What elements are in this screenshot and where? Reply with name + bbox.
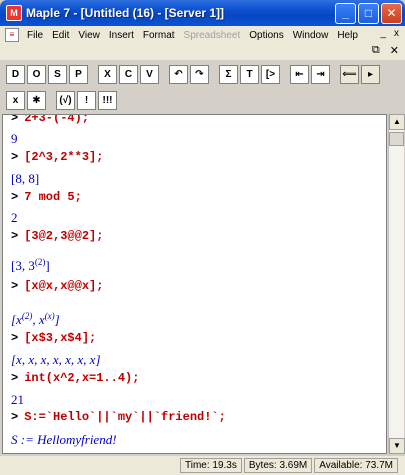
prompt-marker: > bbox=[11, 410, 19, 424]
output-part: ] bbox=[54, 312, 60, 327]
input-line[interactable]: > [x$3,x$4]; bbox=[11, 331, 96, 345]
menu-format[interactable]: Format bbox=[139, 30, 180, 41]
prompt-marker: > bbox=[11, 190, 19, 204]
document-icon[interactable]: ≡ bbox=[5, 28, 19, 42]
vertical-scrollbar[interactable]: ▲ ▼ bbox=[388, 114, 405, 454]
input-text[interactable]: [x@x,x@@x]; bbox=[24, 279, 103, 293]
redo-icon[interactable]: ↷ bbox=[190, 64, 209, 84]
output-superscript: (2) bbox=[34, 257, 46, 267]
output-line: [x, x, x, x, x, x, x] bbox=[11, 352, 101, 367]
scroll-down-icon[interactable]: ▼ bbox=[389, 438, 405, 454]
worksheet[interactable]: >2+3-(-4); 9 > [2^3,2**3]; [8, 8] >7 mod … bbox=[2, 114, 387, 454]
output-line: 2 bbox=[11, 210, 18, 225]
maple-leaf-icon[interactable]: ✱ bbox=[27, 90, 46, 110]
maximize-button[interactable]: □ bbox=[358, 3, 379, 24]
title-bar: M Maple 7 - [Untitled (16) - [Server 1]]… bbox=[0, 0, 405, 26]
output-superscript: (2) bbox=[21, 311, 33, 321]
menu-insert[interactable]: Insert bbox=[105, 30, 139, 41]
save-icon[interactable]: S bbox=[48, 64, 67, 84]
menu-window[interactable]: Window bbox=[289, 30, 334, 41]
math-symbol-icon[interactable]: x bbox=[6, 90, 25, 110]
input-line[interactable]: > S:=`Hello`||`my`||`friend!`; bbox=[11, 410, 226, 424]
input-text[interactable]: 7 mod 5; bbox=[24, 190, 82, 204]
text-input-icon[interactable]: T bbox=[240, 64, 259, 84]
input-line[interactable]: >2+3-(-4); bbox=[11, 114, 89, 125]
document-controls-bar: ⧉ ✕ bbox=[0, 44, 405, 60]
output-superscript: (x) bbox=[44, 311, 55, 321]
close-button[interactable]: ✕ bbox=[381, 3, 402, 24]
scroll-thumb[interactable] bbox=[389, 132, 404, 146]
input-text[interactable]: [x$3,x$4]; bbox=[24, 331, 96, 345]
output-base: [3, 3 bbox=[11, 258, 35, 273]
menu-options[interactable]: Options bbox=[245, 30, 288, 41]
context-toolbar: x ✱ (√) ! !!! bbox=[6, 88, 117, 112]
status-bar: Time: 19.3s Bytes: 3.69M Available: 73.7… bbox=[0, 456, 405, 475]
input-text[interactable]: int(x^2,x=1..4); bbox=[24, 371, 139, 385]
paste-icon[interactable]: V bbox=[140, 64, 159, 84]
menu-bar: ≡ File Edit View Insert Format Spreadshe… bbox=[0, 26, 405, 44]
prompt-marker: > bbox=[11, 114, 19, 125]
new-file-icon[interactable]: D bbox=[6, 64, 25, 84]
prompt-marker: > bbox=[11, 371, 19, 385]
status-time: Time: 19.3s bbox=[180, 458, 242, 473]
input-line[interactable]: > [3@2,3@@2]; bbox=[11, 229, 103, 243]
main-toolbar: D O S P X C V ↶ ↷ Σ T [> ⇤ ⇥ ⟸ ▸ bbox=[6, 62, 380, 86]
menu-help[interactable]: Help bbox=[333, 30, 363, 41]
output-line: [3, 3(2)] bbox=[11, 257, 50, 274]
output-line: [x(2), x(x)] bbox=[11, 311, 60, 328]
more-icon[interactable]: ▸ bbox=[361, 64, 380, 84]
input-line[interactable]: > [x@x,x@@x]; bbox=[11, 279, 103, 293]
window-title: Maple 7 - [Untitled (16) - [Server 1]] bbox=[26, 6, 225, 20]
indent-icon[interactable]: ⇥ bbox=[311, 64, 330, 84]
status-available: Available: 73.7M bbox=[314, 458, 398, 473]
menu-spreadsheet: Spreadsheet bbox=[183, 29, 241, 41]
cut-icon[interactable]: X bbox=[98, 64, 117, 84]
math-input-icon[interactable]: Σ bbox=[219, 64, 238, 84]
minimize-button[interactable]: _ bbox=[335, 3, 356, 24]
prompt-marker: > bbox=[11, 331, 19, 345]
menu-file[interactable]: File bbox=[23, 30, 48, 41]
output-tail: ] bbox=[45, 258, 50, 273]
copy-icon[interactable]: C bbox=[119, 64, 138, 84]
input-line[interactable]: > [2^3,2**3]; bbox=[11, 150, 103, 164]
prompt-marker: > bbox=[11, 150, 19, 164]
outdent-icon[interactable]: ⇤ bbox=[290, 64, 309, 84]
prompt-marker: > bbox=[11, 279, 19, 293]
output-line: 21 bbox=[11, 392, 24, 407]
input-line[interactable]: > int(x^2,x=1..4); bbox=[11, 371, 139, 385]
input-line[interactable]: >7 mod 5; bbox=[11, 190, 82, 204]
menu-view[interactable]: View bbox=[74, 30, 105, 41]
doc-minimize-button[interactable]: _ bbox=[380, 28, 386, 39]
scroll-up-icon[interactable]: ▲ bbox=[389, 114, 405, 130]
output-line: S := Hellomyfriend! bbox=[11, 432, 117, 447]
input-text[interactable]: [2^3,2**3]; bbox=[24, 150, 103, 164]
maple-app-icon[interactable]: M bbox=[6, 5, 22, 21]
back-icon[interactable]: ⟸ bbox=[340, 64, 359, 84]
doc-close-button-2[interactable]: ✕ bbox=[390, 44, 399, 57]
print-icon[interactable]: P bbox=[69, 64, 88, 84]
status-bytes: Bytes: 3.69M bbox=[243, 458, 313, 473]
menu-edit[interactable]: Edit bbox=[48, 30, 74, 41]
output-line: 9 bbox=[11, 131, 18, 146]
execute-icon[interactable]: ! bbox=[77, 90, 96, 110]
open-file-icon[interactable]: O bbox=[27, 64, 46, 84]
input-text[interactable]: [3@2,3@@2]; bbox=[24, 229, 103, 243]
doc-restore-button[interactable]: ⧉ bbox=[372, 44, 380, 57]
execute-all-icon[interactable]: !!! bbox=[98, 90, 117, 110]
output-line: [8, 8] bbox=[11, 171, 40, 186]
input-text[interactable]: 2+3-(-4); bbox=[24, 115, 89, 125]
output-part: , x bbox=[32, 312, 45, 327]
insert-prompt-icon[interactable]: [> bbox=[261, 64, 280, 84]
prompt-marker: > bbox=[11, 229, 19, 243]
doc-close-button[interactable]: x bbox=[394, 28, 399, 39]
eval-icon[interactable]: (√) bbox=[56, 90, 75, 110]
undo-icon[interactable]: ↶ bbox=[169, 64, 188, 84]
input-text[interactable]: S:=`Hello`||`my`||`friend!`; bbox=[24, 410, 226, 424]
output-part: [x bbox=[11, 312, 22, 327]
